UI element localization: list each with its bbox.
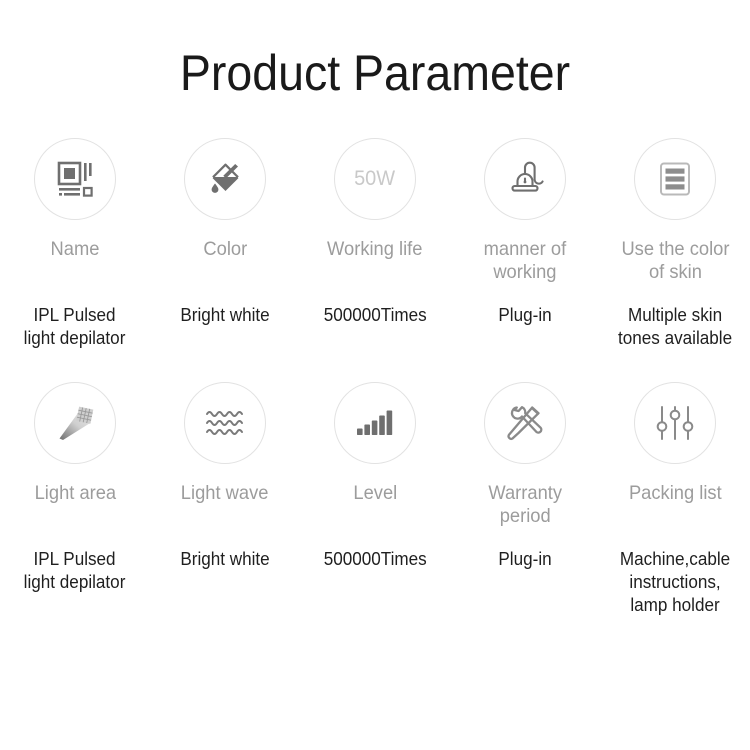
parameter-item-level: Level xyxy=(300,382,450,528)
parameter-item-warranty-period: Warranty period xyxy=(450,382,600,528)
icon-circle xyxy=(34,138,116,220)
page-title: Product Parameter xyxy=(179,45,571,101)
layout-blocks-icon xyxy=(56,160,94,198)
parameter-label: Packing list xyxy=(628,482,722,504)
wrench-screwdriver-icon xyxy=(504,402,546,444)
parameter-value-cell: 500000Times xyxy=(300,548,450,617)
icon-circle xyxy=(184,382,266,464)
parameter-label: Name xyxy=(50,238,100,260)
parameter-label: Warranty period xyxy=(488,482,562,527)
parameter-item-use-the-color-of-skin: Use the color of skin xyxy=(600,138,750,284)
parameter-label: Working life xyxy=(327,238,423,260)
parameter-row-2: Light area Light wave Level Warranty per… xyxy=(0,382,750,528)
parameter-row-1: Name Color 50W Working life manner of wo… xyxy=(0,138,750,284)
product-parameter-page: Product Parameter Name Color 50W Working… xyxy=(0,0,750,750)
parameter-value: 500000Times xyxy=(323,549,427,569)
icon-circle xyxy=(484,382,566,464)
parameter-value-cell: Machine,cable instructions, lamp holder xyxy=(600,548,750,617)
paint-bucket-icon xyxy=(205,159,245,199)
parameter-item-packing-list: Packing list xyxy=(600,382,750,528)
power-plug-icon xyxy=(504,158,546,200)
parameter-item-light-area: Light area xyxy=(0,382,150,528)
icon-circle xyxy=(334,382,416,464)
icon-circle xyxy=(184,138,266,220)
parameter-value: Bright white xyxy=(180,305,270,325)
wattage-50w-icon: 50W xyxy=(354,167,396,190)
sliders-icon xyxy=(655,404,695,442)
parameter-value-cell: Plug-in xyxy=(450,304,600,350)
parameter-label: Use the color of skin xyxy=(620,238,729,283)
parameter-value: Bright white xyxy=(180,549,270,569)
icon-circle xyxy=(634,138,716,220)
parameter-value-cell: Plug-in xyxy=(450,548,600,617)
parameter-label: manner of working xyxy=(483,238,567,283)
parameter-item-light-wave: Light wave xyxy=(150,382,300,528)
parameter-label: Color xyxy=(203,238,247,260)
parameter-value: IPL Pulsed light depilator xyxy=(24,549,126,592)
parameter-value: Plug-in xyxy=(498,549,552,569)
icon-circle: 50W xyxy=(334,138,416,220)
parameter-value-cell: IPL Pulsed light depilator xyxy=(0,304,150,350)
signal-bars-icon xyxy=(355,409,395,437)
parameter-value-cell: IPL Pulsed light depilator xyxy=(0,548,150,617)
parameter-value: 500000Times xyxy=(323,305,427,325)
icon-circle xyxy=(34,382,116,464)
parameter-value-cell: Bright white xyxy=(150,304,300,350)
parameter-label: Light wave xyxy=(181,482,269,504)
parameter-label: Light area xyxy=(34,482,116,504)
parameter-item-working-life: 50W Working life xyxy=(300,138,450,284)
parameter-value: IPL Pulsed light depilator xyxy=(24,305,126,348)
stacked-bars-list-icon xyxy=(656,160,694,198)
parameter-item-manner-of-working: manner of working xyxy=(450,138,600,284)
parameter-value: Machine,cable instructions, lamp holder xyxy=(619,549,731,615)
wave-lines-icon xyxy=(204,407,246,439)
light-beam-grid-icon xyxy=(53,401,97,445)
parameter-item-name: Name xyxy=(0,138,150,284)
parameter-value: Multiple skin tones available xyxy=(617,305,733,348)
icon-circle xyxy=(484,138,566,220)
parameter-value: Plug-in xyxy=(498,305,552,325)
parameter-value-cell: Multiple skin tones available xyxy=(600,304,750,350)
parameter-label: Level xyxy=(353,482,397,504)
parameter-values-row-1: IPL Pulsed light depilator Bright white … xyxy=(0,304,750,350)
parameter-item-color: Color xyxy=(150,138,300,284)
parameter-values-row-2: IPL Pulsed light depilator Bright white … xyxy=(0,548,750,617)
parameter-value-cell: Bright white xyxy=(150,548,300,617)
parameter-value-cell: 500000Times xyxy=(300,304,450,350)
icon-circle xyxy=(634,382,716,464)
